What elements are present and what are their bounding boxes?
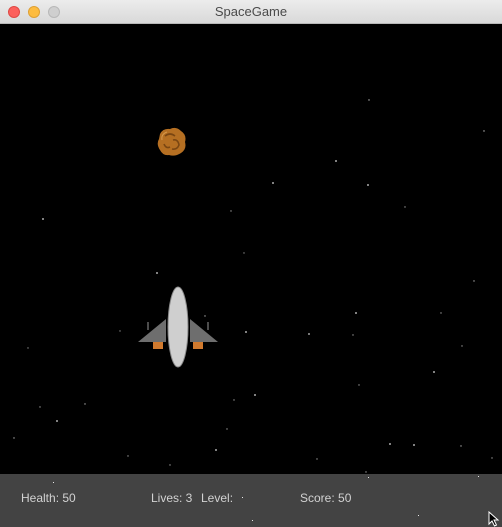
star-icon xyxy=(478,476,479,477)
star-icon xyxy=(169,464,171,466)
star-icon xyxy=(418,515,419,516)
star-icon xyxy=(127,455,129,457)
star-icon xyxy=(252,520,253,521)
star-icon xyxy=(53,482,54,483)
level-label: Level: xyxy=(201,491,234,505)
spaceship-icon xyxy=(138,286,218,368)
star-icon xyxy=(204,315,206,317)
star-icon xyxy=(226,428,228,430)
star-icon xyxy=(365,471,367,473)
right-wing xyxy=(190,319,218,342)
star-icon xyxy=(352,334,354,336)
star-icon xyxy=(491,457,493,459)
star-icon xyxy=(233,399,235,401)
star-icon xyxy=(368,477,369,478)
star-icon xyxy=(483,130,485,132)
star-icon xyxy=(404,206,406,208)
cursor-icon xyxy=(488,511,500,527)
health-label: Health: 50 xyxy=(21,491,76,505)
star-icon xyxy=(272,182,274,184)
status-bar: Health: 50 Lives: 3 Level: Score: 50 xyxy=(0,474,502,527)
right-thruster xyxy=(193,342,203,349)
star-icon xyxy=(27,347,29,349)
star-icon xyxy=(56,420,58,422)
star-icon xyxy=(461,345,463,347)
star-icon xyxy=(13,437,15,439)
star-icon xyxy=(389,443,391,445)
star-icon xyxy=(84,403,86,405)
space-scene xyxy=(13,99,493,473)
left-thruster xyxy=(153,342,163,349)
left-wing xyxy=(138,319,166,342)
star-icon xyxy=(413,444,415,446)
asteroid-icon xyxy=(157,127,186,156)
game-window: SpaceGame Health: 50 Lives: 3 Level: Sco… xyxy=(0,0,502,527)
starfield xyxy=(13,99,493,473)
ship-fuselage xyxy=(167,286,189,368)
score-label: Score: 50 xyxy=(300,491,352,505)
star-icon xyxy=(242,497,243,498)
star-icon xyxy=(39,406,41,408)
star-icon xyxy=(215,449,217,451)
star-icon xyxy=(358,384,360,386)
title-bar[interactable]: SpaceGame xyxy=(0,0,502,24)
star-icon xyxy=(156,272,158,274)
star-icon xyxy=(308,333,310,335)
star-icon xyxy=(335,160,337,162)
star-icon xyxy=(316,458,318,460)
star-icon xyxy=(243,252,245,254)
star-icon xyxy=(355,312,357,314)
star-icon xyxy=(433,371,435,373)
star-icon xyxy=(245,331,247,333)
star-icon xyxy=(230,210,232,212)
star-icon xyxy=(42,218,44,220)
game-canvas[interactable] xyxy=(0,24,502,474)
star-icon xyxy=(367,184,369,186)
star-icon xyxy=(368,99,370,101)
star-icon xyxy=(119,330,121,332)
window-title: SpaceGame xyxy=(214,4,288,19)
star-icon xyxy=(254,394,256,396)
lives-label: Lives: 3 xyxy=(151,491,193,505)
star-icon xyxy=(473,280,475,282)
star-icon xyxy=(440,312,442,314)
star-icon xyxy=(460,445,462,447)
